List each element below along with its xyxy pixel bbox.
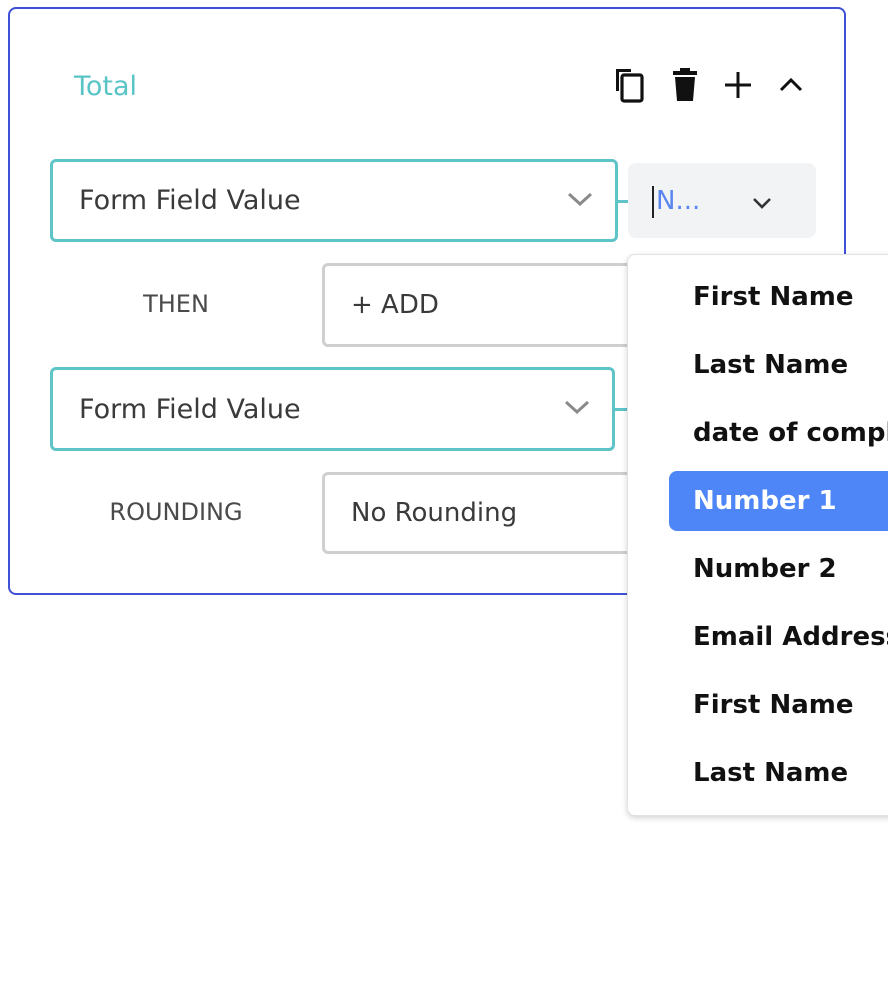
dropdown-option[interactable]: date of compl: [669, 403, 888, 463]
plus-icon: [724, 71, 752, 99]
duplicate-button[interactable]: [608, 65, 648, 105]
field-options-dropdown: First Name Last Name date of compl Numbe…: [627, 254, 888, 816]
first-operand-select[interactable]: Form Field Value: [50, 159, 618, 242]
field-picker-value: N...: [656, 185, 701, 216]
then-label: THEN: [143, 290, 209, 318]
rounding-value: No Rounding: [351, 498, 518, 528]
second-operand-select[interactable]: Form Field Value: [50, 367, 615, 451]
add-button[interactable]: [718, 65, 758, 105]
chevron-up-icon: [779, 77, 803, 93]
dropdown-option[interactable]: First Name: [669, 267, 888, 327]
rounding-label: ROUNDING: [109, 498, 243, 526]
card-title: Total: [74, 71, 138, 102]
chevron-down-icon: [752, 195, 772, 214]
trash-icon: [672, 68, 698, 102]
first-operand-value: Form Field Value: [79, 185, 301, 216]
dropdown-option[interactable]: First Name: [669, 675, 888, 735]
collapse-button[interactable]: [771, 65, 811, 105]
chevron-down-icon: [564, 399, 590, 419]
chevron-down-icon: [567, 191, 593, 211]
then-add-field[interactable]: + ADD: [322, 263, 642, 347]
add-action-label: + ADD: [351, 290, 439, 320]
dropdown-option[interactable]: Email Address: [669, 607, 888, 667]
dropdown-option[interactable]: Last Name: [669, 335, 888, 395]
second-operand-value: Form Field Value: [79, 393, 301, 425]
field-picker-select[interactable]: N...: [628, 163, 816, 238]
dropdown-option-selected[interactable]: Number 1: [669, 471, 888, 531]
dropdown-option[interactable]: Number 2: [669, 539, 888, 599]
text-cursor: [652, 186, 654, 218]
rounding-select[interactable]: No Rounding: [322, 472, 642, 554]
dropdown-option[interactable]: Last Name: [669, 743, 888, 803]
copy-icon: [611, 66, 645, 104]
delete-button[interactable]: [665, 65, 705, 105]
